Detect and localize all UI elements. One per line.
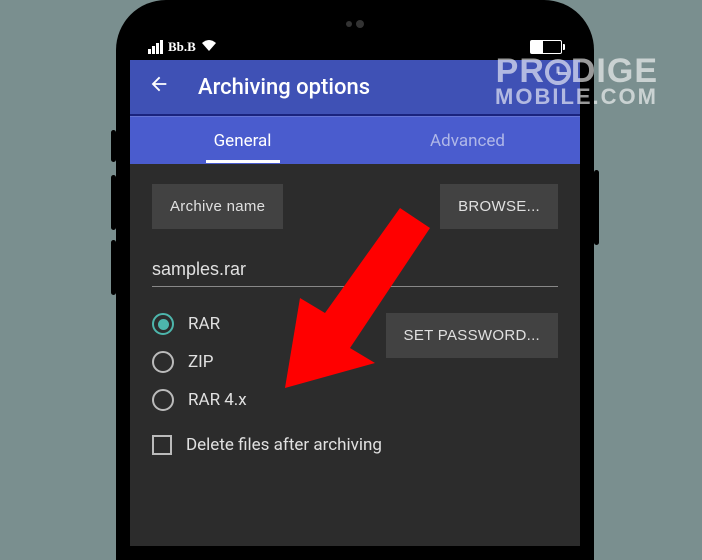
tab-general[interactable]: General bbox=[130, 119, 355, 163]
filename-input[interactable] bbox=[152, 253, 558, 287]
camera-dot bbox=[356, 20, 364, 28]
status-bar: Bb.B bbox=[130, 34, 580, 60]
format-radio-group: RAR ZIP RAR 4.x bbox=[152, 313, 247, 411]
page-title: Archiving options bbox=[198, 75, 370, 100]
delete-after-checkbox[interactable]: Delete files after archiving bbox=[152, 435, 558, 455]
tab-advanced[interactable]: Advanced bbox=[355, 119, 580, 163]
radio-icon bbox=[152, 313, 174, 335]
radio-label: RAR bbox=[188, 314, 220, 334]
tab-bar: General Advanced bbox=[130, 116, 580, 164]
checkbox-icon bbox=[152, 435, 172, 455]
radio-rar4x[interactable]: RAR 4.x bbox=[152, 389, 247, 411]
sensor-dot bbox=[346, 21, 352, 27]
radio-label: ZIP bbox=[188, 352, 214, 372]
radio-rar[interactable]: RAR bbox=[152, 313, 247, 335]
radio-icon bbox=[152, 389, 174, 411]
back-arrow-icon[interactable] bbox=[148, 73, 170, 101]
radio-icon bbox=[152, 351, 174, 373]
carrier-label: Bb.B bbox=[168, 39, 196, 55]
checkbox-label: Delete files after archiving bbox=[186, 435, 382, 455]
wifi-icon bbox=[201, 39, 217, 55]
phone-screen: Bb.B Archiving options General Advanced … bbox=[130, 14, 580, 546]
app-header: Archiving options bbox=[130, 60, 580, 116]
radio-zip[interactable]: ZIP bbox=[152, 351, 247, 373]
phone-power-button bbox=[594, 170, 599, 245]
archive-name-button[interactable]: Archive name bbox=[152, 184, 283, 229]
set-password-button[interactable]: SET PASSWORD... bbox=[386, 313, 558, 358]
radio-label: RAR 4.x bbox=[188, 390, 247, 410]
phone-frame: Bb.B Archiving options General Advanced … bbox=[116, 0, 594, 560]
signal-icon bbox=[148, 40, 163, 54]
content-area: Archive name BROWSE... RAR ZIP bbox=[130, 164, 580, 546]
phone-notch bbox=[130, 14, 580, 34]
browse-button[interactable]: BROWSE... bbox=[440, 184, 558, 229]
battery-icon bbox=[530, 40, 562, 54]
